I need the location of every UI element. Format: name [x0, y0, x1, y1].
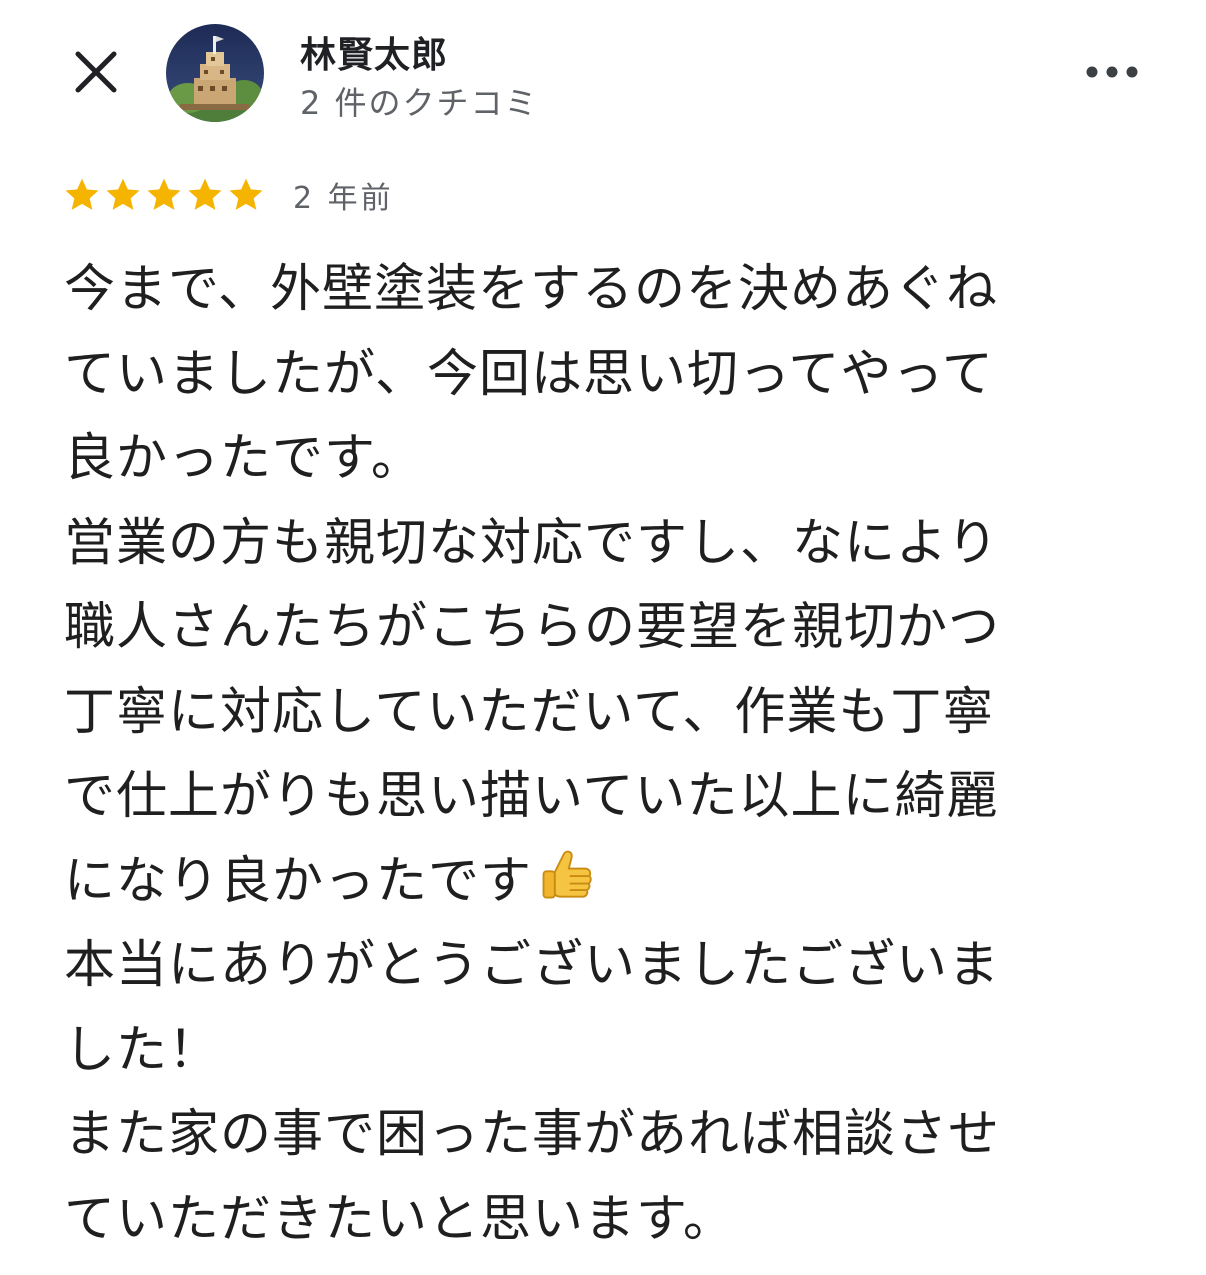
review-text-line: した！	[64, 1009, 1144, 1094]
close-icon	[75, 51, 117, 93]
review-text-line: になり良かったです	[64, 840, 1144, 925]
avatar[interactable]	[166, 24, 264, 122]
more-options-button[interactable]	[1080, 56, 1144, 88]
review-text-content: 丁寧に対応していただいて、作業も丁寧	[64, 682, 995, 742]
review-text-content: になり良かったです	[64, 851, 533, 911]
review-text-line: ていただきたいと思います。	[64, 1178, 1144, 1263]
star-icon	[229, 178, 263, 210]
more-horizontal-icon	[1086, 66, 1138, 78]
thumbs-up-emoji	[542, 850, 592, 898]
review-text: 今まで、外壁塗装をするのを決めあぐね ていましたが、今回は思い切ってやって 良かった…	[64, 248, 1144, 1262]
review-text-line: また家の事で困った事があれば相談させ	[64, 1093, 1144, 1178]
star-rating	[62, 175, 267, 215]
star-icon	[188, 178, 222, 210]
star-icon	[147, 178, 181, 210]
review-text-line: で仕上がりも思い描いていた以上に綺麗	[64, 755, 1144, 840]
review-text-line: 丁寧に対応していただいて、作業も丁寧	[64, 671, 1144, 756]
review-text-line: 職人さんたちがこちらの要望を親切かつ	[64, 586, 1144, 671]
review-text-content: 今まで、外壁塗装をするのを決めあぐね	[64, 260, 998, 319]
reviewer-name[interactable]: 林賢太郎	[300, 26, 448, 78]
review-date: 2 年前	[293, 181, 394, 216]
review-text-line: 良かったです。	[64, 417, 1144, 502]
review-text-line: 営業の方も親切な対応ですし、なにより	[64, 502, 1144, 587]
star-icon	[106, 178, 140, 210]
review-text-content: 良かったです。	[64, 429, 423, 488]
avatar-image	[166, 24, 264, 122]
review-text-content: また家の事で困った事があれば相談させ	[64, 1105, 1001, 1164]
star-icon	[65, 178, 99, 210]
review-text-line: ていましたが、今回は思い切ってやって	[64, 333, 1144, 418]
review-header: 林賢太郎 2 件のクチコミ	[0, 0, 1206, 140]
review-text-content: 職人さんたちがこちらの要望を親切かつ	[64, 598, 1001, 657]
review-text-line: 今まで、外壁塗装をするのを決めあぐね	[64, 248, 1144, 333]
review-text-content: ていましたが、今回は思い切ってやって	[64, 344, 994, 404]
review-text-content: した！	[64, 1020, 221, 1080]
review-text-content: 営業の方も親切な対応ですし、なにより	[64, 513, 999, 573]
review-text-line: 本当にありがとうございましたございま	[64, 924, 1144, 1009]
review-text-content: で仕上がりも思い描いていた以上に綺麗	[64, 767, 999, 826]
rating-row: 2 年前	[62, 172, 394, 218]
review-text-content: 本当にありがとうございましたございま	[64, 936, 1001, 995]
reviewer-review-count: 2 件のクチコミ	[300, 84, 539, 122]
review-text-content: ていただきたいと思います。	[64, 1189, 735, 1249]
close-button[interactable]	[66, 42, 126, 102]
